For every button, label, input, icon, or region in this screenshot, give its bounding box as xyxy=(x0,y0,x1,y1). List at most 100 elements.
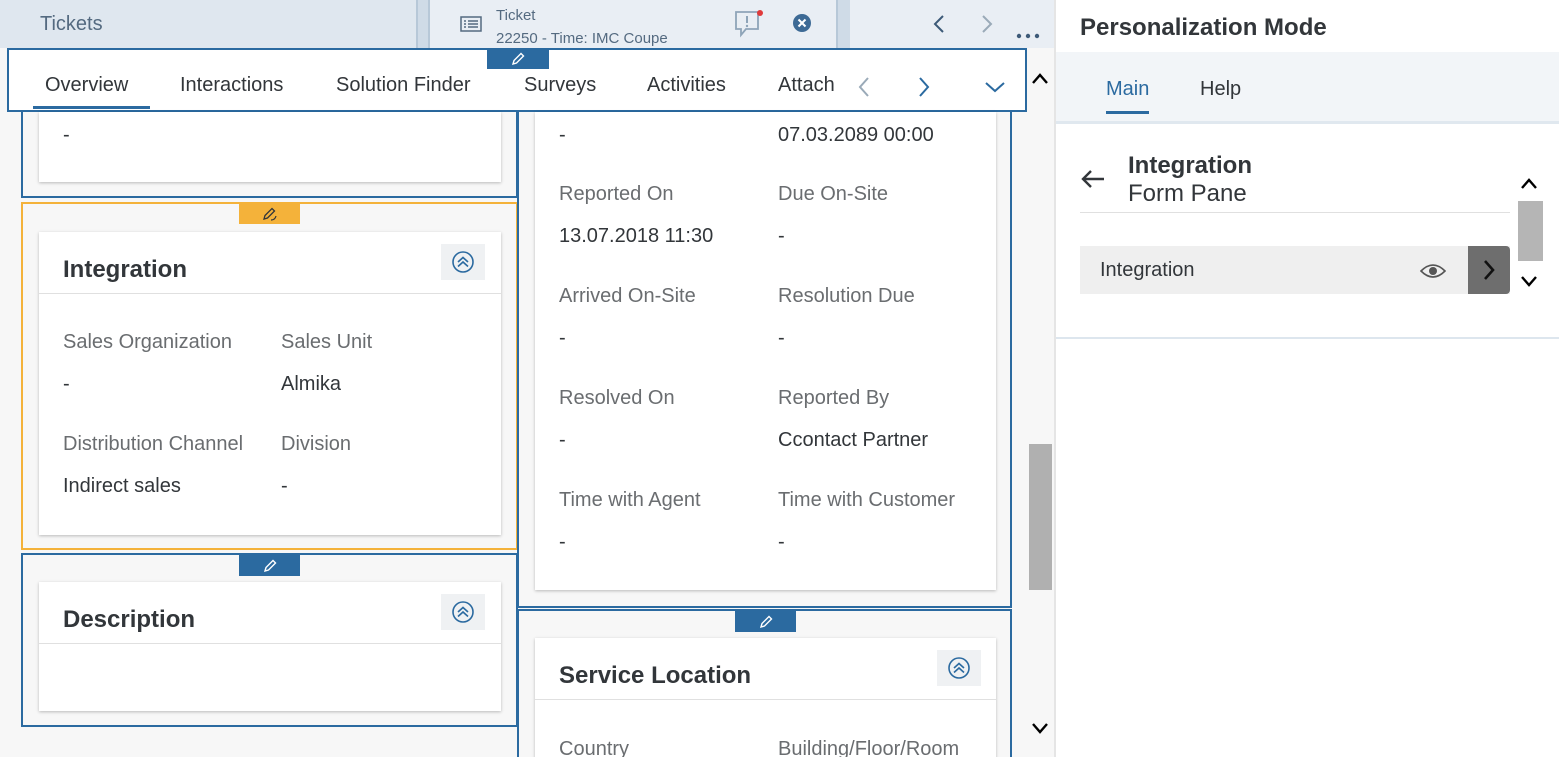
tab-ticket-type: Ticket xyxy=(496,7,536,24)
tab-strip-controls xyxy=(850,0,1054,48)
tab-activities[interactable]: Activities xyxy=(647,74,726,97)
chevron-right-icon[interactable] xyxy=(980,14,994,39)
label-reported-on: Reported On xyxy=(559,183,674,205)
value-top-right: 07.03.2089 00:00 xyxy=(778,124,934,146)
description-section[interactable]: Description xyxy=(21,553,518,727)
row-label: Integration xyxy=(1100,259,1195,281)
value-sales-unit: Almika xyxy=(281,373,342,395)
pencil-edit-icon xyxy=(262,207,277,221)
collapse-up-icon xyxy=(948,657,970,679)
tab-interactions[interactable]: Interactions xyxy=(180,74,283,97)
divider xyxy=(1080,212,1510,213)
integration-card: Integration Sales Organization - Sales U… xyxy=(39,232,501,535)
more-icon[interactable] xyxy=(1016,26,1040,44)
tab-strip: Tickets Ticket 22250 - Time: IMC Coupe xyxy=(0,0,1054,48)
tab-tickets[interactable]: Tickets xyxy=(0,0,418,48)
edit-tag[interactable] xyxy=(487,49,549,69)
collapse-button[interactable] xyxy=(441,244,485,280)
collapse-up-icon xyxy=(452,601,474,623)
collapse-button[interactable] xyxy=(441,594,485,630)
value-sales-organization: - xyxy=(63,373,70,395)
panel-subheading: Form Pane xyxy=(1128,180,1247,207)
tab-main[interactable]: Main xyxy=(1106,78,1150,114)
edit-tag-active[interactable] xyxy=(239,203,300,224)
chevron-right-icon xyxy=(1484,260,1495,280)
dates-card: - 07.03.2089 00:00 Reported On 13.07.201… xyxy=(535,112,996,590)
general-section: - xyxy=(21,112,518,198)
tab-ticket-title: 22250 - Time: IMC Coupe xyxy=(496,30,668,47)
label-division: Division xyxy=(281,433,352,455)
card-title: Description xyxy=(63,606,196,633)
tab-surveys[interactable]: Surveys xyxy=(524,74,596,97)
collapse-button[interactable] xyxy=(937,650,981,686)
dates-section: - 07.03.2089 00:00 Reported On 13.07.201… xyxy=(517,112,1012,608)
label-resolution-due: Resolution Due xyxy=(778,285,915,307)
label-time-with-customer: Time with Customer xyxy=(778,489,956,511)
value-time-with-customer: - xyxy=(778,531,785,553)
list-icon xyxy=(460,16,482,37)
label-reported-by: Reported By xyxy=(778,387,890,409)
general-card: - xyxy=(39,112,501,182)
integration-row[interactable]: Integration xyxy=(1080,246,1510,294)
chevron-right-icon[interactable] xyxy=(917,76,931,103)
value-distribution-channel: Indirect sales xyxy=(63,475,181,497)
panel-tabs: Main Help xyxy=(1056,52,1559,124)
value-time-with-agent: - xyxy=(559,531,566,553)
edit-tag[interactable] xyxy=(239,555,300,576)
eye-icon[interactable] xyxy=(1419,262,1447,285)
card-title: Service Location xyxy=(559,662,752,689)
field-value: - xyxy=(63,124,70,146)
tab-solution-finder[interactable]: Solution Finder xyxy=(336,74,471,97)
description-card: Description xyxy=(39,582,501,711)
label-arrived-on-site: Arrived On-Site xyxy=(559,285,696,307)
integration-section[interactable]: Integration Sales Organization - Sales U… xyxy=(21,202,518,550)
divider xyxy=(1056,337,1559,339)
pencil-icon xyxy=(759,615,772,628)
scroll-up-icon[interactable] xyxy=(1031,72,1049,91)
divider xyxy=(535,699,996,700)
label-sales-unit: Sales Unit xyxy=(281,331,373,353)
divider xyxy=(39,293,501,294)
scrollbar-thumb[interactable] xyxy=(1518,201,1543,261)
scroll-down-icon[interactable] xyxy=(1520,274,1538,293)
value-reported-by[interactable]: Ccontact Partner xyxy=(778,429,928,452)
value-resolution-due: - xyxy=(778,327,785,349)
ticket-workspace: Tickets Ticket 22250 - Time: IMC Coupe O… xyxy=(0,0,1054,757)
value-division: - xyxy=(281,475,288,497)
label-due-on-site: Due On-Site xyxy=(778,183,889,205)
tab-ticket[interactable]: Ticket 22250 - Time: IMC Coupe xyxy=(428,0,838,48)
value-resolved-on: - xyxy=(559,429,566,451)
value-arrived-on-site: - xyxy=(559,327,566,349)
value-top-left: - xyxy=(559,124,566,146)
label-sales-organization: Sales Organization xyxy=(63,331,232,353)
row-navigate-button[interactable] xyxy=(1468,246,1510,294)
chevron-left-icon[interactable] xyxy=(857,76,871,103)
personalization-panel: Personalization Mode Main Help Integrati… xyxy=(1054,0,1559,757)
alert-bubble-icon[interactable] xyxy=(734,10,764,43)
scrollbar-thumb[interactable] xyxy=(1029,444,1052,590)
chevron-left-icon[interactable] xyxy=(932,14,946,39)
label-country: Country xyxy=(559,738,630,757)
chevron-down-icon[interactable] xyxy=(984,80,1006,99)
pencil-icon xyxy=(263,559,276,572)
close-circle-icon[interactable] xyxy=(792,13,812,38)
divider xyxy=(39,643,501,644)
label-resolved-on: Resolved On xyxy=(559,387,675,409)
tab-help[interactable]: Help xyxy=(1200,78,1241,101)
card-title: Integration xyxy=(63,256,187,283)
back-arrow-icon[interactable] xyxy=(1080,168,1106,195)
scroll-down-icon[interactable] xyxy=(1031,721,1049,740)
service-location-card: Service Location Country Building/Floor/… xyxy=(535,638,996,757)
value-due-on-site: - xyxy=(778,225,785,247)
label-distribution-channel: Distribution Channel xyxy=(63,433,244,455)
label-building-floor-room: Building/Floor/Room xyxy=(778,738,960,757)
tab-overview[interactable]: Overview xyxy=(32,74,151,109)
tab-attachments[interactable]: Attach xyxy=(778,74,836,97)
panel-heading: Integration xyxy=(1128,152,1252,179)
value-reported-on: 13.07.2018 11:30 xyxy=(559,225,714,247)
collapse-up-icon xyxy=(452,251,474,273)
scroll-up-icon[interactable] xyxy=(1520,177,1538,196)
pencil-icon xyxy=(511,52,525,66)
edit-tag[interactable] xyxy=(735,611,796,632)
label-time-with-agent: Time with Agent xyxy=(559,489,701,511)
